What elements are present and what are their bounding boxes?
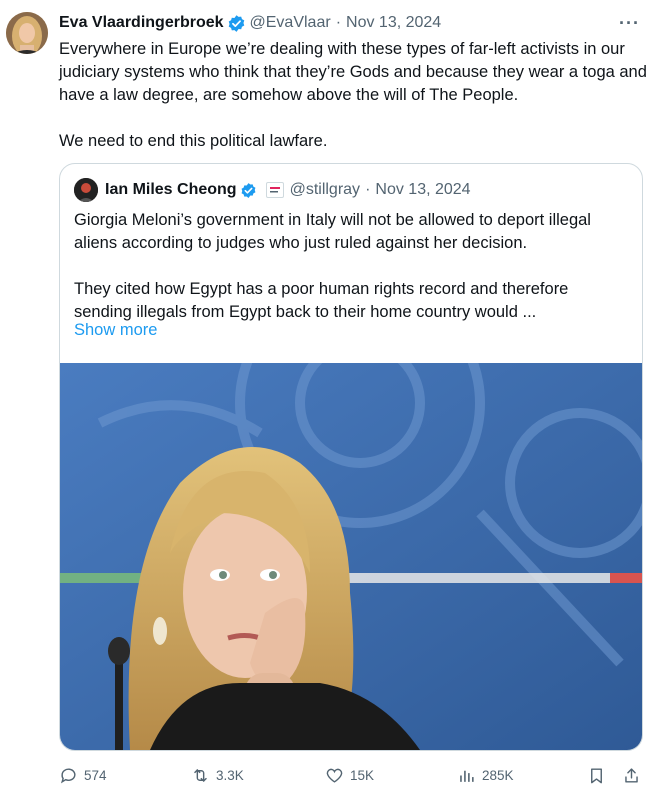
views-button[interactable]: 285K: [457, 763, 514, 787]
like-button[interactable]: 15K: [325, 763, 374, 787]
reply-button[interactable]: 574: [59, 763, 107, 787]
affiliate-badge-icon: [265, 182, 284, 198]
reply-icon: [60, 767, 76, 783]
quoted-author-handle[interactable]: @stillgray: [290, 181, 360, 199]
bookmark-icon: [591, 767, 602, 783]
views-icon: [460, 770, 474, 782]
share-icon: [625, 767, 638, 783]
quoted-date[interactable]: Nov 13, 2024: [375, 181, 470, 199]
author-name[interactable]: Eva Vlaardingerbroek: [59, 14, 224, 32]
repost-icon: [194, 768, 207, 782]
tweet-date[interactable]: Nov 13, 2024: [346, 14, 441, 32]
tweet-text: Everywhere in Europe we’re dealing with …: [59, 38, 649, 153]
quoted-text: Giorgia Meloni’s government in Italy wil…: [74, 209, 630, 324]
author-avatar[interactable]: [6, 12, 48, 54]
header-separator: ·: [365, 181, 371, 198]
tweet-header: Eva Vlaardingerbroek @EvaVlaar · Nov 13,…: [59, 12, 441, 34]
verified-badge-icon: [241, 182, 256, 198]
tweet-paragraph: We need to end this political lawfare.: [59, 132, 328, 150]
show-more-link[interactable]: Show more: [74, 321, 157, 340]
repost-button[interactable]: 3.3K: [191, 763, 244, 787]
quoted-paragraph: They cited how Egypt has a poor human ri…: [74, 280, 569, 321]
share-button[interactable]: [622, 763, 647, 787]
quoted-tweet-card[interactable]: Ian Miles Cheong @stillgray · Nov 13, 20…: [59, 163, 643, 751]
quoted-author-avatar[interactable]: [74, 178, 98, 202]
repost-count: 3.3K: [216, 767, 244, 783]
like-count: 15K: [350, 767, 375, 783]
quoted-paragraph: Giorgia Meloni’s government in Italy wil…: [74, 211, 591, 252]
tweet-paragraph: Everywhere in Europe we’re dealing with …: [59, 40, 647, 104]
reply-count: 574: [84, 767, 107, 783]
header-separator: ·: [335, 14, 342, 31]
like-icon: [326, 768, 343, 783]
views-count: 285K: [482, 767, 514, 783]
author-handle[interactable]: @EvaVlaar: [250, 14, 331, 32]
quoted-photo[interactable]: [60, 363, 642, 750]
bookmark-button[interactable]: [587, 763, 612, 787]
quoted-header: Ian Miles Cheong @stillgray · Nov 13, 20…: [74, 178, 471, 202]
action-bar: 574 3.3K 15K 285K: [59, 763, 644, 789]
more-icon[interactable]: ···: [619, 13, 640, 34]
quoted-author-name[interactable]: Ian Miles Cheong: [105, 181, 237, 199]
verified-badge-icon: [228, 14, 244, 32]
